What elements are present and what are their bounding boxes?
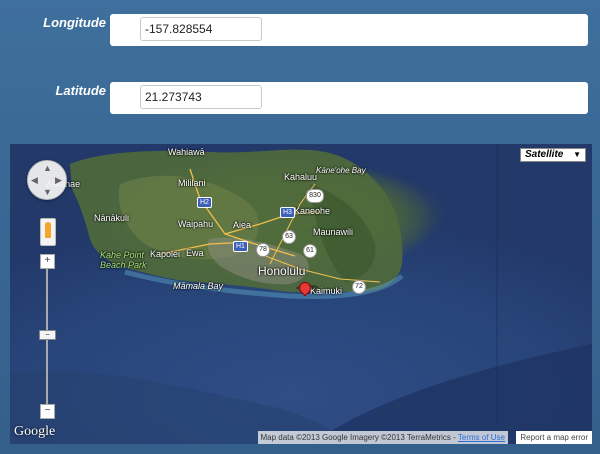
place-label-kaneohe: Kaneohe xyxy=(294,206,331,216)
route-marker-72: 72 xyxy=(352,280,366,294)
pan-right-icon[interactable]: ▶ xyxy=(55,175,62,186)
pan-control[interactable]: ▲ ▼ ◀ ▶ xyxy=(27,160,67,200)
route-shield-h1: H1 xyxy=(233,241,248,252)
google-logo[interactable]: Google xyxy=(14,424,55,440)
place-label-beach-park: Beach Park xyxy=(100,260,147,270)
latitude-label: Latitude xyxy=(55,83,106,98)
chevron-down-icon: ▼ xyxy=(573,150,581,159)
route-marker-63: 63 xyxy=(282,230,296,244)
latitude-row xyxy=(110,82,588,114)
pan-left-icon[interactable]: ◀ xyxy=(31,175,38,186)
map-attribution: Map data ©2013 Google Imagery ©2013 Terr… xyxy=(257,431,508,444)
latitude-input[interactable] xyxy=(140,85,262,109)
report-map-error-link[interactable]: Report a map error xyxy=(516,431,592,444)
map-type-label: Satellite xyxy=(525,149,564,160)
place-label-mamala-bay: Māmala Bay xyxy=(173,281,224,291)
place-label-waipahu: Waipahu xyxy=(178,219,214,229)
longitude-label: Longitude xyxy=(43,15,106,30)
place-label-kahe-point: Kahe Point xyxy=(100,250,145,260)
street-view-pegman[interactable] xyxy=(40,218,56,246)
zoom-slider-thumb[interactable]: − xyxy=(39,330,56,340)
place-label-mililani: Mililani xyxy=(178,178,206,188)
route-marker-830: 830 xyxy=(306,189,324,203)
place-label-honolulu: Honolulu xyxy=(258,264,306,278)
route-marker-78: 78 xyxy=(256,243,270,257)
place-label-aiea: Aiea xyxy=(233,220,252,230)
pan-down-icon[interactable]: ▼ xyxy=(43,187,52,197)
attribution-text: Map data ©2013 Google Imagery ©2013 Terr… xyxy=(260,433,458,442)
terms-of-use-link[interactable]: Terms of Use xyxy=(458,433,505,442)
place-label-nanakuli: Nānākuli xyxy=(94,213,130,223)
longitude-input[interactable] xyxy=(140,17,262,41)
place-label-wahiawa: Wahiawā xyxy=(168,147,205,157)
route-shield-h3: H3 xyxy=(280,207,295,218)
zoom-out-button[interactable]: − xyxy=(40,404,55,419)
pegman-icon xyxy=(45,222,51,238)
place-label-kapolei: Kapolei xyxy=(150,249,181,259)
place-label-maunawili: Maunawili xyxy=(313,227,354,237)
map-type-dropdown[interactable]: Satellite ▼ xyxy=(520,148,586,162)
place-label-kahaluu: Kahaluu xyxy=(284,172,318,182)
place-label-kaneohe-bay: Kāne'ohe Bay xyxy=(316,166,366,175)
zoom-in-button[interactable]: + xyxy=(40,254,55,269)
pan-up-icon[interactable]: ▲ xyxy=(43,163,52,173)
route-shield-h2: H2 xyxy=(197,197,212,208)
longitude-row xyxy=(110,14,588,46)
route-marker-61: 61 xyxy=(303,244,317,258)
map-canvas[interactable]: Wahiawā Mililani Waianae Nānākuli Waipah… xyxy=(10,144,592,444)
map-terrain xyxy=(10,144,592,444)
place-label-ewa: Ewa xyxy=(186,248,204,258)
